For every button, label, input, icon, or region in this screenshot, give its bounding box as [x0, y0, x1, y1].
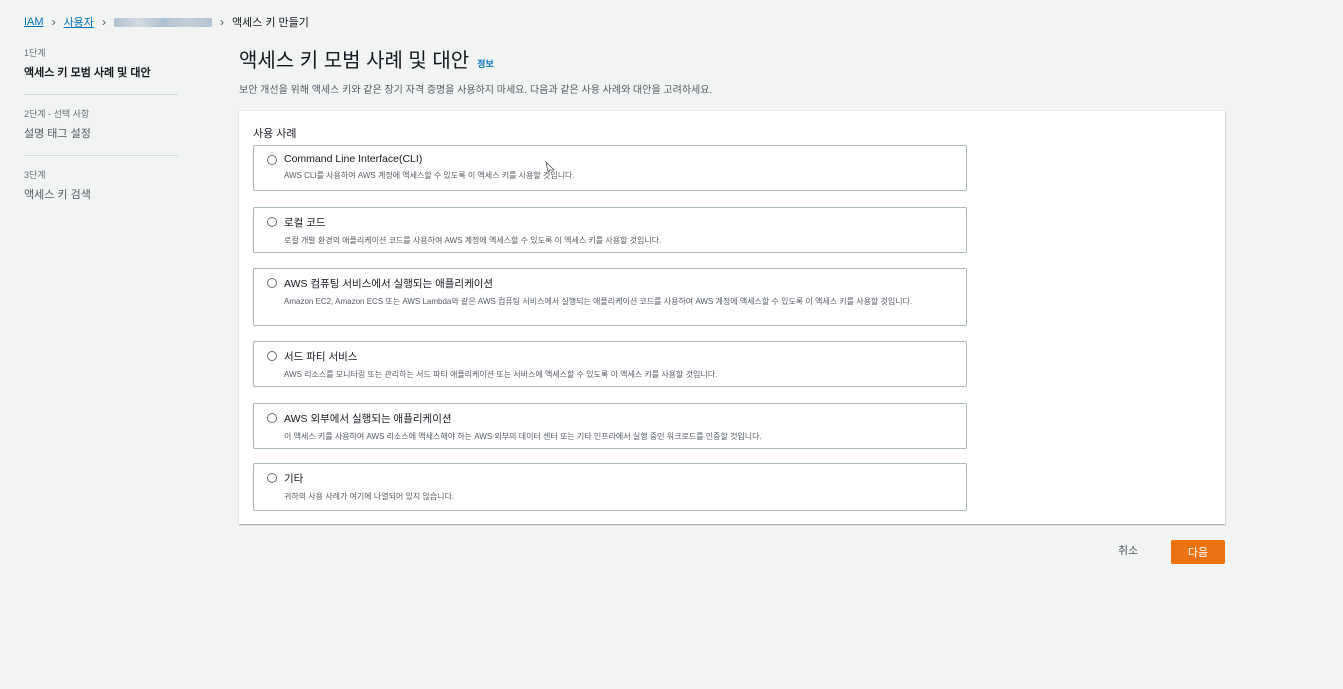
radio-button[interactable]: [267, 413, 277, 423]
use-case-option-other[interactable]: 기타 귀하의 사용 사례가 여기에 나열되어 있지 않습니다.: [253, 463, 967, 511]
option-title: 서드 파티 서비스: [284, 351, 358, 363]
step-number: 1단계: [24, 48, 46, 58]
wizard-steps: 1단계 액세스 키 모범 사례 및 대안 2단계 - 선택 사항 설명 태그 설…: [24, 46, 178, 228]
use-case-option-third-party[interactable]: 서드 파티 서비스 AWS 리소스를 모니터링 또는 관리하는 서드 파티 애플…: [253, 341, 967, 387]
option-description: 이 액세스 키를 사용하여 AWS 리소스에 액세스해야 하는 AWS 외부의 …: [284, 432, 762, 441]
option-title: AWS 컴퓨팅 서비스에서 실행되는 애플리케이션: [284, 278, 494, 290]
option-description: 귀하의 사용 사례가 여기에 나열되어 있지 않습니다.: [284, 492, 455, 501]
option-title: 로컬 코드: [284, 217, 326, 229]
option-title: AWS 외부에서 실행되는 애플리케이션: [284, 413, 452, 425]
use-case-option-outside-aws[interactable]: AWS 외부에서 실행되는 애플리케이션 이 액세스 키를 사용하여 AWS 리…: [253, 403, 967, 449]
use-case-option-local-code[interactable]: 로컬 코드 로컬 개발 환경의 애플리케이션 코드를 사용하여 AWS 계정에 …: [253, 207, 967, 253]
next-button[interactable]: 다음: [1171, 540, 1225, 564]
option-title: 기타: [284, 473, 304, 485]
page-description: 보안 개선을 위해 액세스 키와 같은 장기 자격 증명을 사용하지 마세요. …: [239, 85, 713, 96]
info-link[interactable]: 정보: [477, 57, 494, 70]
step-title: 액세스 키 모범 사례 및 대안: [24, 67, 151, 79]
page-title: 액세스 키 모범 사례 및 대안 정보: [239, 44, 1225, 73]
option-description: AWS 리소스를 모니터링 또는 관리하는 서드 파티 애플리케이션 또는 서비…: [284, 370, 718, 379]
use-case-panel: 사용 사례 Command Line Interface(CLI) AWS CL…: [239, 110, 1225, 524]
step-title: 액세스 키 검색: [24, 189, 91, 201]
option-description: 로컬 개발 환경의 애플리케이션 코드를 사용하여 AWS 계정에 액세스할 수…: [284, 236, 662, 245]
mouse-cursor-icon: [545, 161, 555, 173]
breadcrumb-user-name-redacted[interactable]: [113, 17, 212, 27]
wizard-step-2: 2단계 - 선택 사항 설명 태그 설정: [24, 107, 178, 156]
use-case-option-cli[interactable]: Command Line Interface(CLI) AWS CLI를 사용하…: [253, 145, 967, 191]
wizard-step-1: 1단계 액세스 키 모범 사례 및 대안: [24, 46, 178, 95]
page-header: 액세스 키 모범 사례 및 대안 정보 보안 개선을 위해 액세스 키와 같은 …: [239, 44, 1225, 96]
radio-button[interactable]: [267, 351, 277, 361]
chevron-right-icon: ›: [51, 15, 56, 29]
chevron-right-icon: ›: [101, 15, 106, 29]
radio-button[interactable]: [267, 155, 277, 165]
option-description: Amazon EC2, Amazon ECS 또는 AWS Lambda와 같은…: [284, 297, 913, 306]
use-case-label: 사용 사례: [253, 128, 297, 140]
use-case-option-aws-compute[interactable]: AWS 컴퓨팅 서비스에서 실행되는 애플리케이션 Amazon EC2, Am…: [253, 268, 967, 326]
wizard-step-3: 3단계 액세스 키 검색: [24, 168, 178, 216]
chevron-right-icon: ›: [219, 15, 224, 29]
breadcrumb-current: 액세스 키 만들기: [231, 17, 309, 29]
page-title-text: 액세스 키 모범 사례 및 대안: [239, 50, 470, 72]
step-number: 2단계 - 선택 사항: [24, 109, 90, 119]
breadcrumb-iam[interactable]: IAM: [24, 16, 44, 28]
option-description: AWS CLI를 사용하여 AWS 계정에 액세스할 수 있도록 이 액세스 키…: [284, 171, 575, 180]
step-number: 3단계: [24, 170, 46, 180]
breadcrumb: IAM › 사용자 › › 액세스 키 만들기: [24, 14, 309, 30]
radio-button[interactable]: [267, 217, 277, 227]
cancel-button[interactable]: 취소: [1118, 542, 1138, 558]
breadcrumb-users[interactable]: 사용자: [64, 14, 94, 30]
radio-button[interactable]: [267, 473, 277, 483]
option-title: Command Line Interface(CLI): [284, 153, 423, 165]
radio-button[interactable]: [267, 278, 277, 288]
step-title: 설명 태그 설정: [24, 128, 91, 140]
